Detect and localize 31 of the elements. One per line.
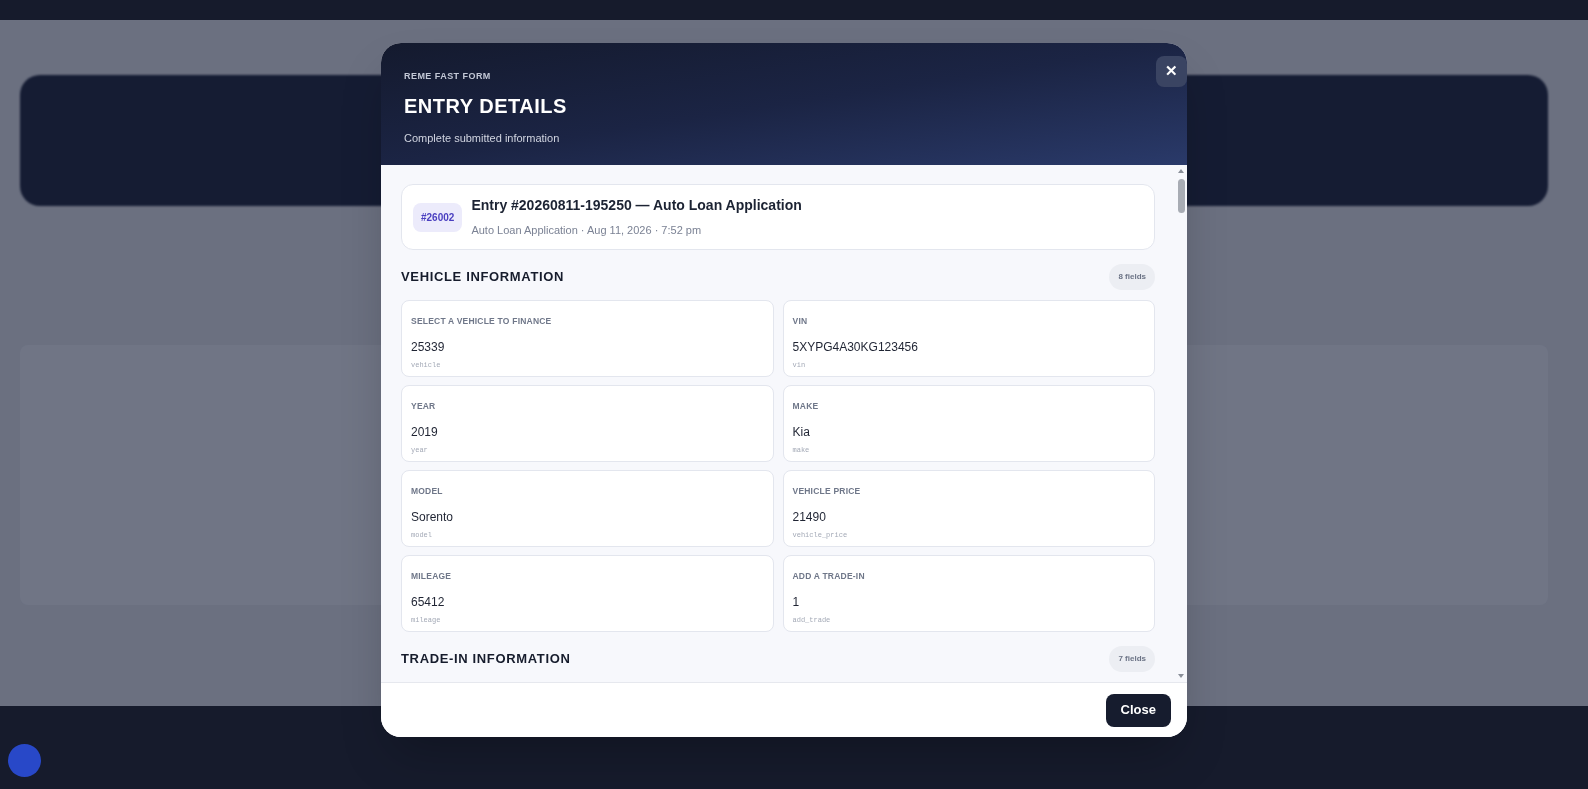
entry-title: Entry #20260811-195250 — Auto Loan Application <box>471 196 802 216</box>
field-value: 1 <box>792 593 801 611</box>
field-label: YEAR <box>411 400 437 413</box>
scrollbar-thumb[interactable] <box>1177 179 1185 213</box>
field-label: VEHICLE PRICE <box>792 485 862 498</box>
field-label: MODEL <box>411 485 444 498</box>
field-value: 65412 <box>411 593 446 611</box>
close-button[interactable]: ✕ <box>1156 56 1187 87</box>
field-label: MILEAGE <box>411 570 453 583</box>
field-value: 21490 <box>792 508 827 526</box>
field-label: SELECT A VEHICLE TO FINANCE <box>411 315 553 328</box>
section-title: TRADE-IN INFORMATION <box>401 650 571 669</box>
field-value: Sorento <box>411 508 455 526</box>
modal-title: ENTRY DETAILS <box>404 95 568 116</box>
modal-subtitle: Complete submitted information <box>404 130 561 146</box>
field-value: 5XYPG4A30KG123456 <box>792 338 919 356</box>
field-count-badge: 8 fields <box>1109 264 1155 290</box>
scroll-down-arrow-icon[interactable] <box>1177 673 1185 679</box>
close-button[interactable]: Close <box>1105 693 1171 727</box>
scroll-up-arrow-icon[interactable] <box>1177 168 1185 174</box>
entry-id-badge: #26002 <box>413 202 463 232</box>
field-value: 2019 <box>411 423 439 441</box>
entry-meta: Auto Loan Application · Aug 11, 2026 · 7:52 pm <box>471 223 703 239</box>
field-value: Kia <box>792 423 811 441</box>
field-label: VIN <box>792 315 809 328</box>
field-value: 25339 <box>411 338 446 356</box>
section-title: VEHICLE INFORMATION <box>401 268 565 287</box>
header-eyebrow: REME FAST FORM <box>404 70 492 83</box>
field-label: MAKE <box>792 400 820 413</box>
field-label: ADD A TRADE-IN <box>792 570 866 583</box>
field-count-badge: 7 fields <box>1109 646 1155 672</box>
